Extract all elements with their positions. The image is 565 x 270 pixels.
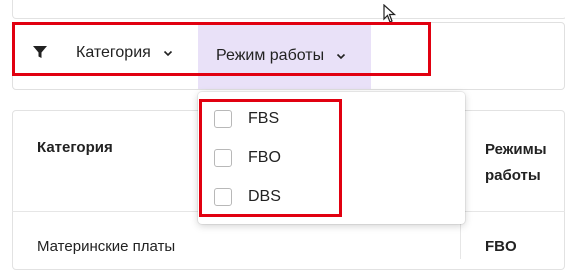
option-fbo[interactable]: FBO (214, 146, 281, 170)
checkbox[interactable] (214, 110, 232, 128)
work-mode-filter-label: Режим работы (216, 47, 325, 64)
top-panel-edge (12, 0, 565, 19)
option-fbs[interactable]: FBS (214, 107, 279, 131)
option-label: DBS (248, 188, 281, 205)
option-label: FBO (248, 149, 281, 166)
column-header-modes: Режимы работы (485, 141, 547, 184)
table-cell-category: Материнские платы (37, 238, 176, 255)
table-cell-mode: FBO (485, 238, 517, 255)
chevron-down-icon (163, 50, 172, 57)
category-filter-label: Категория (76, 44, 151, 61)
option-label: FBS (248, 110, 280, 127)
checkbox[interactable] (214, 149, 232, 167)
column-header-category: Категория (37, 139, 113, 156)
category-filter-button[interactable]: Категория (60, 33, 189, 73)
filter-icon (33, 46, 47, 58)
work-mode-filter-button[interactable]: Режим работы (198, 23, 371, 89)
option-dbs[interactable]: DBS (214, 185, 281, 209)
chevron-down-icon (337, 53, 346, 60)
checkbox[interactable] (214, 188, 232, 206)
mouse-cursor-icon (383, 4, 397, 23)
